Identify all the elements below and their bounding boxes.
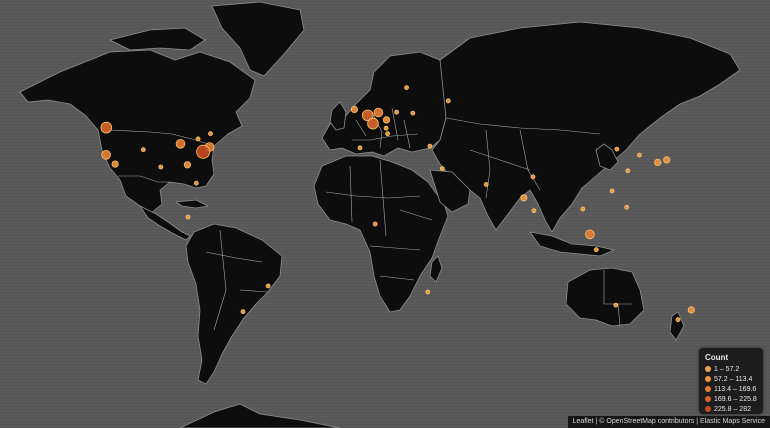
map-marker-berlin[interactable] — [394, 109, 400, 115]
legend-label: 113.4 – 169.6 — [714, 385, 757, 393]
basemap — [19, 1, 741, 428]
map-marker-frankfurt[interactable] — [382, 116, 391, 124]
map-marker-moscow[interactable] — [445, 98, 451, 104]
map-marker-dallas[interactable] — [158, 164, 164, 170]
antarctica-landmass — [179, 403, 341, 428]
asia-landmass — [431, 21, 741, 233]
map-marker-singapore[interactable] — [585, 229, 595, 240]
legend-label: 57.2 – 113.4 — [714, 375, 753, 383]
map-marker-seoul[interactable] — [637, 152, 642, 158]
map-marker-istanbul[interactable] — [427, 143, 433, 149]
map-marker-bangalore[interactable] — [531, 208, 537, 214]
map-marker-zurich[interactable] — [383, 125, 389, 131]
map-marker-melbourne[interactable] — [675, 317, 681, 323]
legend-row: 225.8 – 282 — [705, 404, 757, 414]
australia-landmass — [565, 267, 645, 327]
legend-swatch — [705, 396, 711, 402]
map-marker-san-francisco[interactable] — [101, 150, 111, 160]
map-marker-madrid[interactable] — [357, 145, 363, 151]
caribbean-landmass — [175, 199, 209, 209]
legend-swatch — [705, 386, 711, 392]
leaflet-link[interactable]: Leaflet — [573, 418, 594, 425]
map-marker-paris[interactable] — [367, 117, 379, 130]
map-marker-osaka[interactable] — [654, 158, 662, 166]
map-marker-miami[interactable] — [193, 180, 199, 186]
legend-swatch — [705, 376, 711, 382]
map-marker-shanghai[interactable] — [625, 168, 631, 174]
legend-row: 113.4 – 169.6 — [705, 384, 757, 394]
map-legend: Count 1 – 57.2 57.2 – 113.4 113.4 – 169.… — [699, 348, 763, 414]
map-marker-tokyo[interactable] — [663, 156, 671, 164]
map-marker-mumbai[interactable] — [520, 194, 528, 202]
legend-row: 1 – 57.2 — [705, 364, 757, 374]
madagascar-landmass — [429, 255, 443, 283]
map-marker-delhi[interactable] — [530, 174, 536, 180]
legend-label: 169.6 – 225.8 — [714, 395, 757, 403]
map-marker-johannesburg[interactable] — [425, 289, 431, 295]
map-marker-stockholm[interactable] — [404, 85, 410, 90]
map-marker-perth[interactable] — [613, 302, 619, 308]
map-marker-dublin[interactable] — [350, 105, 358, 114]
map-marker-san-jose-cr[interactable] — [185, 214, 191, 220]
map-canvas[interactable]: Count 1 – 57.2 57.2 – 113.4 113.4 – 169.… — [0, 0, 770, 428]
arctic-islands-landmass — [109, 27, 206, 51]
map-marker-bangkok[interactable] — [580, 206, 586, 212]
map-marker-atlanta[interactable] — [183, 161, 191, 169]
map-marker-warsaw[interactable] — [410, 110, 416, 116]
legend-swatch — [705, 366, 711, 372]
map-marker-jakarta[interactable] — [593, 247, 599, 253]
map-marker-washington[interactable] — [196, 144, 211, 159]
north-america-landmass — [19, 49, 256, 215]
british-isles-landmass — [329, 101, 347, 131]
map-marker-seattle[interactable] — [100, 121, 113, 134]
map-marker-dubai[interactable] — [483, 182, 489, 187]
map-attribution: Leaflet | © OpenStreetMap contributors |… — [567, 416, 770, 428]
map-marker-sydney[interactable] — [687, 306, 695, 314]
map-marker-beijing[interactable] — [614, 146, 620, 152]
map-marker-amsterdam[interactable] — [373, 107, 384, 118]
legend-swatch — [705, 406, 711, 412]
map-marker-milan[interactable] — [385, 131, 391, 137]
legend-row: 57.2 – 113.4 — [705, 374, 757, 384]
map-marker-montreal[interactable] — [208, 131, 213, 137]
legend-row: 169.6 – 225.8 — [705, 394, 757, 404]
attribution-separator: | © — [593, 418, 607, 425]
new-zealand-landmass — [669, 311, 685, 341]
map-marker-toronto[interactable] — [195, 136, 201, 142]
map-marker-los-angeles[interactable] — [111, 160, 119, 168]
map-marker-manila[interactable] — [624, 204, 630, 210]
map-marker-sao-paulo[interactable] — [265, 283, 271, 289]
map-marker-denver[interactable] — [140, 147, 146, 153]
legend-label: 225.8 – 282 — [714, 405, 751, 413]
central-america-landmass — [139, 205, 191, 241]
south-america-landmass — [185, 223, 283, 385]
map-marker-hong-kong[interactable] — [609, 188, 615, 194]
map-marker-lagos[interactable] — [372, 221, 378, 227]
legend-label: 1 – 57.2 — [714, 365, 740, 373]
legend-title: Count — [705, 353, 729, 362]
map-marker-chicago[interactable] — [175, 139, 186, 149]
indonesia-landmass — [529, 231, 615, 257]
africa-landmass — [313, 155, 449, 313]
map-marker-tel-aviv[interactable] — [439, 166, 445, 172]
ems-link[interactable]: Elastic Maps Service — [700, 418, 765, 425]
map-marker-buenos-aires[interactable] — [240, 309, 246, 315]
osm-link[interactable]: OpenStreetMap contributors — [606, 418, 694, 425]
